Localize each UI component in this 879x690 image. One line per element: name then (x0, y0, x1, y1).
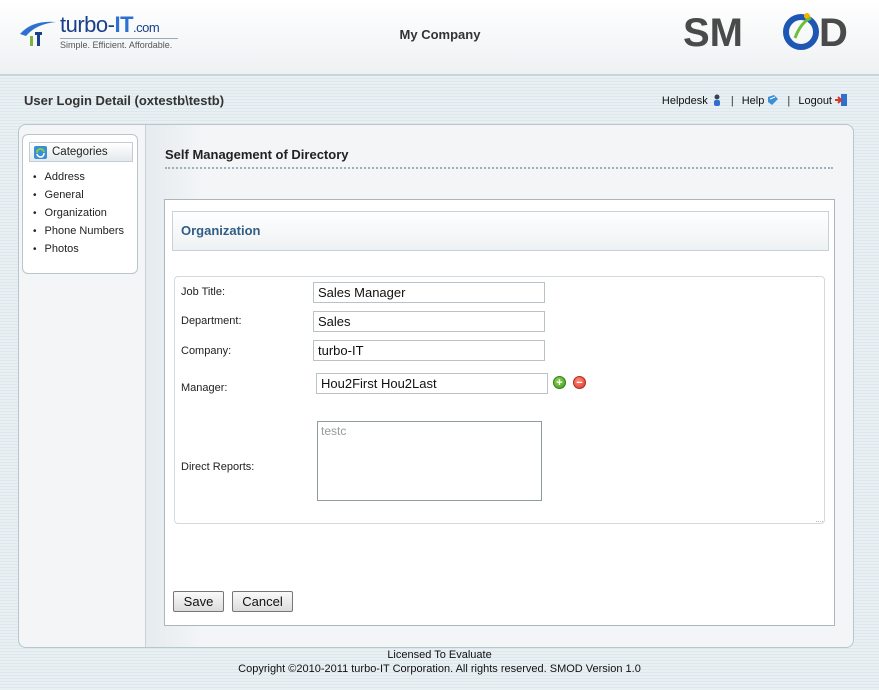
manager-label: Manager: (181, 382, 228, 394)
company-input[interactable] (313, 340, 545, 361)
panel-header: Organization (172, 211, 829, 251)
direct-reports-list[interactable]: testc (317, 421, 542, 501)
company-title: My Company (399, 27, 481, 42)
turbo-it-logo: turbo-IT.com Simple. Efficient. Affordab… (18, 10, 188, 54)
logo-brand: turbo-IT.com (60, 12, 160, 37)
company-label: Company: (181, 345, 232, 357)
license-text: Licensed To Evaluate (387, 649, 492, 661)
section-title: Self Management of Directory (165, 147, 349, 162)
categories-header: Categories (29, 142, 133, 162)
top-links: Helpdesk | Help | Logout (662, 94, 847, 107)
user-bar: User Login Detail (oxtestb\testb) Helpde… (0, 86, 879, 114)
sidebar-divider (145, 125, 146, 647)
help-label: Help (741, 95, 765, 107)
manager-input[interactable] (316, 373, 548, 394)
category-item-general[interactable]: General (33, 188, 124, 206)
add-manager-icon[interactable]: + (553, 376, 566, 389)
turbo-it-swoosh-icon (20, 21, 56, 46)
section-divider (165, 167, 833, 169)
categories-sidebar: Categories Address General Organization … (22, 134, 138, 274)
page-footer: Licensed To Evaluate Copyright ©2010-201… (0, 648, 879, 676)
categories-title: Categories (52, 146, 108, 158)
logout-door-icon (835, 94, 847, 106)
category-item-phone-numbers[interactable]: Phone Numbers (33, 224, 125, 242)
logout-link[interactable]: Logout (798, 94, 847, 107)
help-book-icon (768, 95, 779, 105)
link-separator: | (730, 95, 734, 107)
department-label: Department: (181, 315, 242, 327)
categories-refresh-icon (34, 146, 47, 159)
helpdesk-label: Helpdesk (661, 95, 708, 107)
categories-list: Address General Organization Phone Numbe… (33, 170, 125, 260)
remove-manager-icon[interactable]: − (573, 376, 586, 389)
category-item-address[interactable]: Address (33, 170, 124, 188)
app-header: turbo-IT.com Simple. Efficient. Affordab… (0, 0, 879, 76)
svg-text:SM: SM (683, 11, 743, 52)
category-item-organization[interactable]: Organization (33, 206, 124, 224)
save-button[interactable]: Save (173, 591, 224, 612)
copyright-text: Copyright ©2010-2011 turbo-IT Corporatio… (238, 663, 641, 675)
smod-logo: SM D (683, 8, 865, 55)
help-link[interactable]: Help (742, 95, 780, 107)
category-item-photos[interactable]: Photos (33, 242, 124, 260)
job-title-label: Job Title: (181, 286, 226, 298)
cancel-button[interactable]: Cancel (232, 591, 293, 612)
logo-tagline: Simple. Efficient. Affordable. (60, 38, 178, 50)
direct-reports-label: Direct Reports: (181, 461, 255, 473)
helpdesk-link[interactable]: Helpdesk (661, 94, 723, 107)
user-login-detail: User Login Detail (oxtestb\testb) (24, 93, 225, 108)
job-title-input[interactable] (313, 282, 545, 303)
svg-text:D: D (819, 11, 848, 52)
direct-report-item[interactable]: testc (321, 424, 538, 438)
link-separator: | (787, 95, 791, 107)
helpdesk-person-icon (713, 94, 720, 106)
panel-title: Organization (181, 223, 261, 238)
logout-label: Logout (798, 95, 832, 107)
department-input[interactable] (313, 311, 545, 332)
resize-grip-icon[interactable] (816, 517, 823, 522)
